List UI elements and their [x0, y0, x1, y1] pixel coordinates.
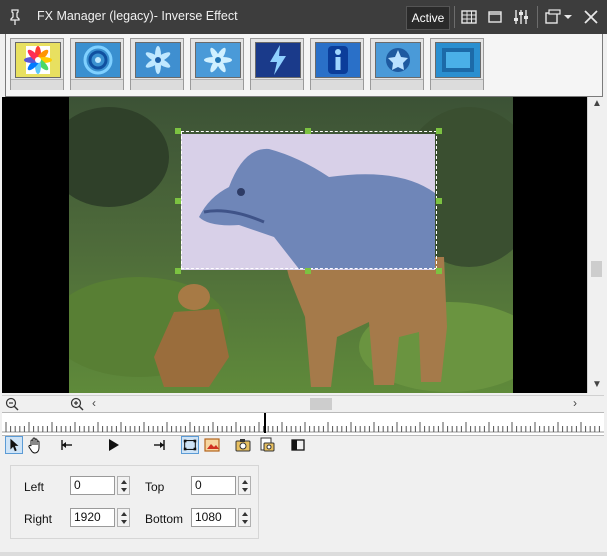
effect-thumbnail-flower-2[interactable]: [190, 38, 244, 90]
window-title: FX Manager (legacy)- Inverse Effect: [37, 9, 238, 23]
tool-row: [2, 435, 604, 455]
bolt-effect-icon: [255, 42, 301, 78]
bottom-value-field[interactable]: 1080: [191, 508, 236, 527]
scroll-left-icon[interactable]: ‹: [92, 397, 96, 409]
selection-rectangle[interactable]: [181, 131, 437, 269]
vertical-scroll-thumb[interactable]: [591, 261, 602, 277]
timeline-ruler[interactable]: [2, 412, 604, 436]
scroll-right-icon[interactable]: ›: [573, 397, 577, 409]
right-value-field[interactable]: 1920: [70, 508, 115, 527]
active-mode-button[interactable]: Active: [406, 6, 450, 30]
playhead[interactable]: [264, 413, 266, 433]
left-value-field[interactable]: 0: [70, 476, 115, 495]
effect-thumbnail-bolt[interactable]: [250, 38, 304, 90]
go-to-start-icon[interactable]: [58, 436, 76, 454]
effect-caption: [311, 79, 363, 90]
resize-handle[interactable]: [305, 128, 311, 134]
color-wheel-effect-icon: [15, 42, 61, 78]
effect-thumbnail-color-wheel[interactable]: [10, 38, 64, 90]
toolbar-separator: [454, 6, 455, 28]
toolbar-separator: [537, 6, 538, 28]
right-spinner[interactable]: [117, 508, 130, 527]
pin-icon[interactable]: [6, 8, 24, 26]
right-label: Right: [24, 512, 53, 526]
crop-region-icon[interactable]: [181, 436, 199, 454]
resize-handle[interactable]: [175, 198, 181, 204]
top-label: Top: [145, 480, 165, 494]
effect-caption: [131, 79, 183, 90]
preview-canvas[interactable]: [2, 97, 587, 393]
effect-thumbnail-swirl[interactable]: [70, 38, 124, 90]
resize-handle[interactable]: [436, 128, 442, 134]
horizontal-scroll-thumb[interactable]: [310, 398, 332, 410]
split-view-icon[interactable]: [289, 436, 307, 454]
arrow-pointer-icon[interactable]: [5, 436, 23, 454]
flower-effect-icon: [135, 42, 181, 78]
left-spinner[interactable]: [117, 476, 130, 495]
region-properties-panel: Left 0 Top 0 Right 1920 Bottom 1080: [10, 465, 259, 539]
bottom-spinner[interactable]: [238, 508, 251, 527]
timeline-ticks: [2, 422, 604, 433]
scroll-up-icon[interactable]: ▲: [592, 99, 602, 109]
resize-handle[interactable]: [436, 198, 442, 204]
window-bottom-border: [0, 552, 607, 556]
resize-handle[interactable]: [175, 268, 181, 274]
snapshot-camera-icon[interactable]: [234, 436, 252, 454]
effect-caption: [71, 79, 123, 90]
title-bar: FX Manager (legacy)- Inverse Effect Acti…: [0, 0, 607, 34]
effect-thumbnail-info[interactable]: [310, 38, 364, 90]
zoom-out-icon[interactable]: [5, 397, 19, 411]
sliders-icon[interactable]: [512, 8, 530, 26]
top-spinner[interactable]: [238, 476, 251, 495]
effect-thumbnail-star[interactable]: [370, 38, 424, 90]
bottom-label: Bottom: [145, 512, 184, 526]
close-icon[interactable]: [582, 8, 600, 26]
blank-effect-icon: [435, 42, 481, 78]
effect-thumbnail-flower[interactable]: [130, 38, 184, 90]
zoom-in-icon[interactable]: [70, 397, 84, 411]
grid-view-icon[interactable]: [460, 8, 478, 26]
effect-caption: [251, 79, 303, 90]
effect-caption: [431, 79, 483, 90]
effect-caption: [191, 79, 243, 90]
scroll-down-icon[interactable]: ▼: [592, 380, 602, 390]
play-icon[interactable]: [104, 436, 122, 454]
effect-caption: [11, 79, 63, 90]
effect-caption: [371, 79, 423, 90]
vertical-scrollbar[interactable]: ▲ ▼: [587, 97, 605, 393]
resize-handle[interactable]: [305, 268, 311, 274]
top-value-field[interactable]: 0: [191, 476, 236, 495]
hand-tool-icon[interactable]: [26, 436, 44, 454]
copy-snapshot-icon[interactable]: [258, 436, 276, 454]
effect-thumbnail-blank[interactable]: [430, 38, 484, 90]
resize-handle[interactable]: [175, 128, 181, 134]
star-effect-icon: [375, 42, 421, 78]
effects-gallery: [5, 34, 603, 97]
swirl-effect-icon: [75, 42, 121, 78]
horizontal-scrollbar[interactable]: ‹ ›: [2, 395, 604, 412]
flower-effect-2-icon: [195, 42, 241, 78]
window-icon[interactable]: [486, 8, 504, 26]
layout-menu-icon[interactable]: [544, 8, 574, 26]
info-effect-icon: [315, 42, 361, 78]
go-to-end-icon[interactable]: [150, 436, 168, 454]
left-label: Left: [24, 480, 45, 494]
resize-handle[interactable]: [436, 268, 442, 274]
image-frame-icon[interactable]: [203, 436, 221, 454]
